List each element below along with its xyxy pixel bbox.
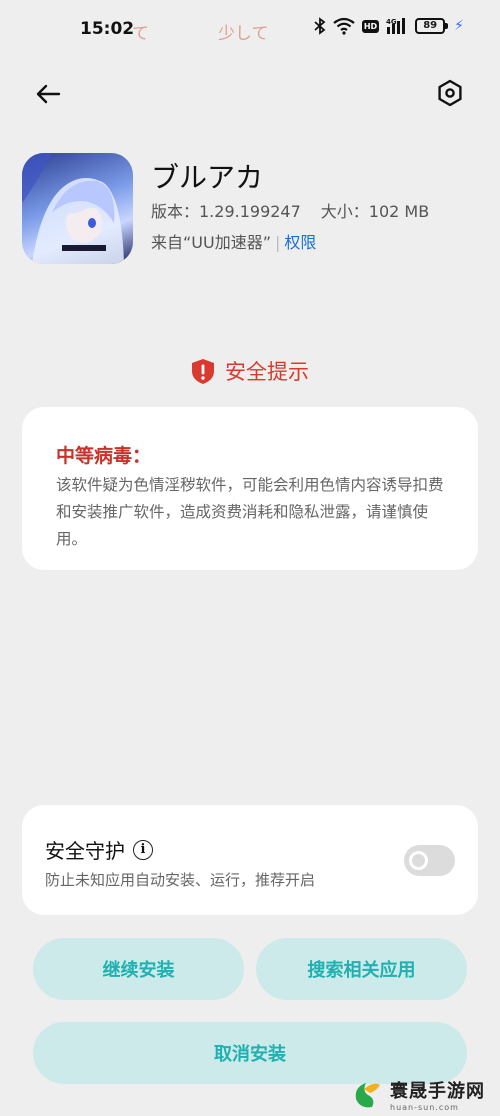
watermark-logo-icon (355, 1083, 380, 1108)
notification-icon-2: 少して (218, 24, 269, 44)
watermark: 寰晟手游网 huan-sun.com (350, 1074, 485, 1114)
protection-toggle[interactable] (404, 845, 455, 876)
toggle-knob (409, 851, 428, 870)
warning-description: 该软件疑为色情淫秽软件，可能会利用色情内容诱导扣费和安装推广软件，造成资费消耗和… (56, 476, 444, 548)
watermark-sub: huan-sun.com (390, 1102, 459, 1112)
app-version: 版本：1.29.199247 (151, 202, 301, 221)
bluetooth-icon (314, 17, 326, 35)
arrow-left-icon (36, 84, 61, 104)
wifi-icon (333, 17, 355, 35)
source-label: 来自“UU加速器” (151, 233, 272, 252)
status-icons: HD 4G 89 ⚡ (314, 17, 464, 35)
search-related-apps-button[interactable]: 搜索相关应用 (256, 938, 467, 1000)
app-name: ブルアカ (151, 161, 264, 194)
security-notice-header: 安全提示 (0, 356, 500, 386)
info-icon[interactable]: i (133, 839, 153, 860)
hexagon-gear-icon (438, 79, 462, 107)
charging-icon: ⚡ (454, 18, 464, 34)
watermark-main: 寰晟手游网 (390, 1080, 485, 1102)
security-protection-card: 安全守护 i 防止未知应用自动安装、运行，推荐开启 (22, 805, 478, 915)
app-version-size: 版本：1.29.199247 大小：102 MB (151, 198, 429, 222)
settings-button[interactable] (432, 75, 468, 111)
protection-title-row: 安全守护 i (45, 835, 153, 864)
app-size: 大小：102 MB (320, 202, 430, 221)
warning-title: 中等病毒： (56, 445, 152, 467)
status-time: 15:02 (80, 19, 135, 39)
protection-description: 防止未知应用自动安装、运行，推荐开启 (45, 871, 316, 889)
protection-title: 安全守护 (45, 839, 125, 863)
app-source: 来自“UU加速器” | 权限 (151, 229, 316, 253)
app-icon (22, 153, 133, 264)
shield-alert-icon (192, 358, 214, 384)
back-button[interactable] (30, 76, 66, 112)
security-notice-title: 安全提示 (225, 360, 309, 384)
notification-icon-1: て (132, 24, 149, 44)
hd-icon: HD (361, 19, 380, 33)
status-bar: 15:02 て 少して HD 4G 89 ⚡ (0, 0, 500, 58)
continue-install-button[interactable]: 继续安装 (33, 938, 244, 1000)
permissions-link[interactable]: 权限 (284, 233, 316, 252)
virus-warning-card: 中等病毒： 该软件疑为色情淫秽软件，可能会利用色情内容诱导扣费和安装推广软件，造… (22, 407, 478, 570)
battery-icon: 89 (415, 18, 449, 34)
svg-text:4G: 4G (386, 18, 397, 26)
signal-icon: 4G (386, 18, 406, 34)
separator: | (275, 233, 281, 252)
